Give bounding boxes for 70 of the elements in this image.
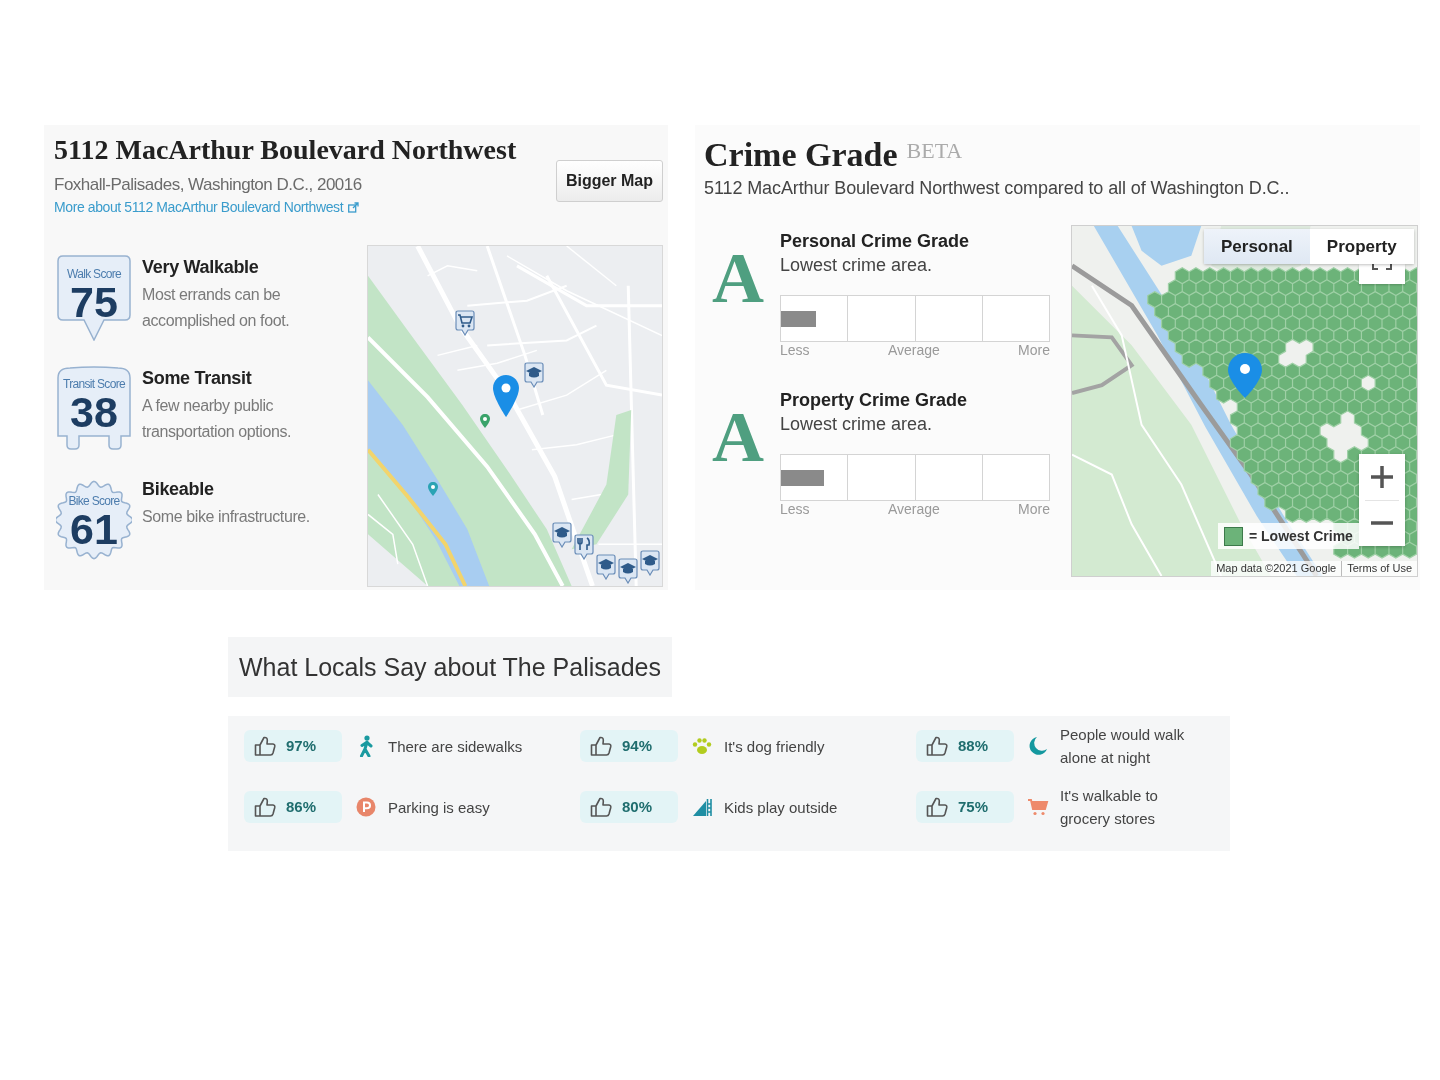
approval-percent: 97%: [286, 736, 317, 756]
score-value: 61: [70, 507, 118, 551]
approval-percent: 75%: [958, 797, 989, 817]
landmark-pin-icon: [428, 482, 438, 496]
map-data-credit: Map data ©2021 Google: [1215, 561, 1338, 576]
scale-label: Less: [780, 342, 810, 358]
score-description: Some bike infrastructure.: [142, 507, 310, 527]
scale-label: Average: [887, 342, 940, 358]
grade-description: Lowest crime area.: [780, 254, 933, 277]
score-label: Walk Score: [67, 267, 121, 281]
thumbs-up-icon: [590, 736, 612, 756]
scale-label: Average: [887, 501, 940, 517]
thumbs-up-icon: [254, 736, 276, 756]
bigger-map-button[interactable]: Bigger Map: [555, 160, 663, 202]
score-description: A few nearby public transportation options.: [142, 396, 293, 442]
beta-label: BETA: [906, 139, 963, 163]
score-title: Very Walkable: [142, 256, 259, 278]
approval-percent: 88%: [958, 736, 989, 756]
approval-percent: 86%: [286, 797, 317, 817]
score-title: Bikeable: [142, 478, 214, 500]
score-description: Most errands can be accomplished on foot.: [142, 285, 291, 331]
opinion-text: People would walk alone at night: [1060, 725, 1186, 768]
external-link-icon: [348, 201, 360, 213]
parking-sign-icon: [356, 797, 376, 817]
playground-slide-icon: [692, 797, 712, 817]
section-heading: What Locals Say about The Palisades: [228, 637, 672, 697]
thumbs-up-icon: [926, 797, 948, 817]
score-title: Some Transit: [142, 367, 252, 389]
score-label: Bike Score: [68, 494, 120, 508]
opinion-text: It's walkable to grocery stores: [1060, 786, 1159, 829]
grade-description: Lowest crime area.: [780, 413, 933, 436]
grade-title: Property Crime Grade: [780, 389, 968, 412]
grade-title: Personal Crime Grade: [780, 230, 970, 253]
opinion-text: It's dog friendly: [724, 736, 825, 757]
address-subtitle: Foxhall-Palisades, Washington D.C., 20016: [54, 174, 362, 196]
score-value: 38: [70, 390, 118, 434]
shopping-cart-icon: [1027, 797, 1049, 817]
location-pin-icon: [492, 374, 520, 418]
thumbs-up-icon: [254, 797, 276, 817]
grade-letter: A: [711, 401, 765, 473]
legend-label: = Lowest Crime: [1249, 527, 1353, 546]
park-pin-icon: [480, 414, 490, 428]
grade-letter: A: [711, 242, 765, 314]
zoom-in-button[interactable]: [1359, 454, 1405, 500]
minus-icon: [1371, 521, 1393, 526]
approval-percent: 80%: [622, 797, 653, 817]
comparison-subtitle: 5112 MacArthur Boulevard Northwest compared to all of Washington D.C..: [704, 177, 1290, 200]
zoom-out-button[interactable]: [1359, 500, 1405, 546]
opinion-text: There are sidewalks: [388, 736, 523, 757]
paw-print-icon: [692, 737, 712, 755]
plus-icon: [1371, 465, 1393, 488]
crime-type-tab[interactable]: Personal: [1204, 229, 1310, 264]
opinion-text: Parking is easy: [388, 797, 490, 818]
fullscreen-button[interactable]: [1359, 264, 1405, 284]
crime-type-tab[interactable]: Property: [1309, 229, 1414, 264]
scale-label: More: [1018, 501, 1050, 517]
scale-label: More: [1018, 342, 1050, 358]
location-pin-icon: [1228, 353, 1262, 398]
address-title: 5112 MacArthur Boulevard Northwest: [54, 133, 517, 167]
score-label: Transit Score: [63, 377, 125, 391]
crescent-moon-icon: [1028, 736, 1048, 756]
score-value: 75: [70, 280, 118, 324]
thumbs-up-icon: [590, 797, 612, 817]
scale-label: Less: [780, 501, 810, 517]
terms-of-use-link[interactable]: Terms of Use: [1341, 561, 1417, 576]
legend-swatch-icon: [1224, 526, 1243, 546]
opinion-text: Kids play outside: [724, 797, 838, 818]
thumbs-up-icon: [926, 736, 948, 756]
section-title: Crime Grade: [704, 135, 898, 175]
approval-percent: 94%: [622, 736, 653, 756]
